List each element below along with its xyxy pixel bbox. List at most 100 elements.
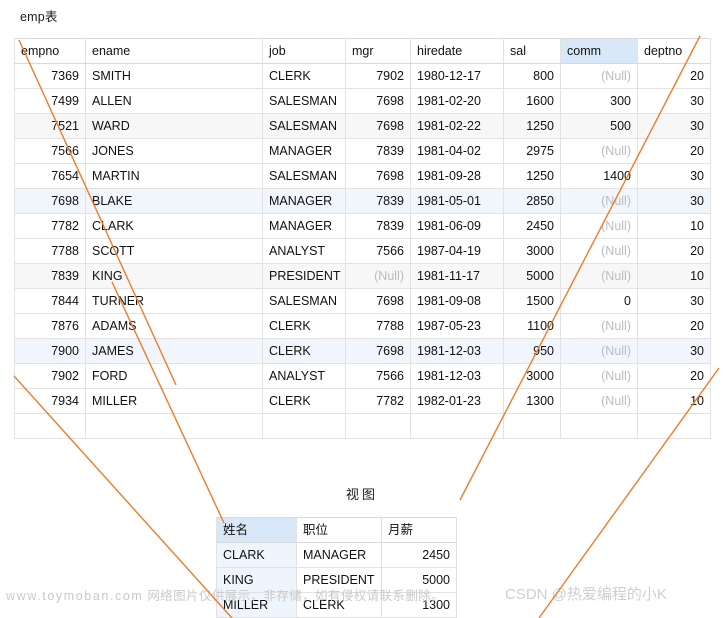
emp-cell-comm[interactable]: (Null) <box>560 213 638 239</box>
emp-cell-empno[interactable]: 7876 <box>14 313 86 339</box>
emp-cell-empno[interactable]: 7698 <box>14 188 86 214</box>
emp-cell-mgr[interactable]: 7839 <box>345 213 411 239</box>
view-cell-job[interactable]: MANAGER <box>296 542 382 568</box>
view-cell-sal[interactable]: 2450 <box>381 542 457 568</box>
emp-cell-mgr[interactable]: 7839 <box>345 188 411 214</box>
emp-table-row[interactable]: 7788 SCOTT ANALYST 7566 1987-04-19 3000 (Null)… <box>14 238 711 264</box>
emp-cell-ename[interactable]: SCOTT <box>85 238 263 264</box>
emp-cell-hiredate[interactable]: 1980-12-17 <box>410 63 504 89</box>
emp-cell-empno[interactable]: 7521 <box>14 113 86 139</box>
emp-cell-sal[interactable]: 950 <box>503 338 561 364</box>
emp-cell-hiredate[interactable]: 1981-09-08 <box>410 288 504 314</box>
emp-cell-empno[interactable]: 7844 <box>14 288 86 314</box>
emp-cell-deptno[interactable]: 20 <box>637 313 711 339</box>
emp-table-row[interactable]: 7839 KING PRESIDENT (Null) 1981-11-17 5000 (Nu… <box>14 263 711 289</box>
emp-cell-deptno[interactable]: 20 <box>637 138 711 164</box>
emp-cell-mgr[interactable]: 7698 <box>345 113 411 139</box>
emp-cell-job[interactable]: ANALYST <box>262 363 346 389</box>
emp-col-header-job[interactable]: job <box>262 38 346 64</box>
emp-cell-ename[interactable]: SMITH <box>85 63 263 89</box>
emp-cell-ename[interactable]: ADAMS <box>85 313 263 339</box>
emp-table-row[interactable]: 7876 ADAMS CLERK 7788 1987-05-23 1100 (Null) 20 <box>14 313 711 339</box>
emp-cell-job[interactable]: CLERK <box>262 63 346 89</box>
emp-cell-job[interactable]: SALESMAN <box>262 163 346 189</box>
emp-cell-deptno[interactable]: 30 <box>637 163 711 189</box>
emp-cell-empno[interactable]: 7900 <box>14 338 86 364</box>
emp-cell-empno[interactable]: 7369 <box>14 63 86 89</box>
emp-cell-sal[interactable]: 2450 <box>503 213 561 239</box>
emp-cell-hiredate[interactable]: 1981-04-02 <box>410 138 504 164</box>
emp-cell-deptno[interactable]: 10 <box>637 213 711 239</box>
emp-cell-job[interactable]: CLERK <box>262 313 346 339</box>
emp-cell-hiredate[interactable]: 1987-05-23 <box>410 313 504 339</box>
emp-cell-empno[interactable]: 7566 <box>14 138 86 164</box>
view-cell-name[interactable]: CLARK <box>216 542 297 568</box>
emp-cell-hiredate[interactable]: 1981-02-20 <box>410 88 504 114</box>
emp-cell-deptno[interactable]: 30 <box>637 113 711 139</box>
emp-cell-mgr[interactable]: 7902 <box>345 63 411 89</box>
emp-cell-hiredate[interactable]: 1981-09-28 <box>410 163 504 189</box>
emp-cell-hiredate[interactable]: 1981-02-22 <box>410 113 504 139</box>
emp-cell-hiredate[interactable]: 1982-01-23 <box>410 388 504 414</box>
view-table-row[interactable]: CLARK MANAGER 2450 <box>216 542 457 568</box>
emp-cell-job[interactable]: CLERK <box>262 338 346 364</box>
emp-table-row[interactable]: 7654 MARTIN SALESMAN 7698 1981-09-28 1250 1400… <box>14 163 711 189</box>
view-col-header-job[interactable]: 职位 <box>296 517 382 543</box>
emp-cell-ename[interactable]: FORD <box>85 363 263 389</box>
emp-cell-ename[interactable]: TURNER <box>85 288 263 314</box>
emp-cell-comm[interactable]: (Null) <box>560 388 638 414</box>
emp-cell-ename[interactable]: CLARK <box>85 213 263 239</box>
emp-cell-ename[interactable]: KING <box>85 263 263 289</box>
emp-table-row[interactable]: 7698 BLAKE MANAGER 7839 1981-05-01 2850 (Null)… <box>14 188 711 214</box>
emp-cell-job[interactable]: MANAGER <box>262 188 346 214</box>
emp-cell-deptno[interactable]: 30 <box>637 288 711 314</box>
emp-cell-empno[interactable]: 7654 <box>14 163 86 189</box>
emp-cell-sal[interactable]: 2850 <box>503 188 561 214</box>
emp-cell-deptno[interactable]: 10 <box>637 388 711 414</box>
emp-col-header-comm[interactable]: comm <box>560 38 638 64</box>
emp-cell-job[interactable]: SALESMAN <box>262 88 346 114</box>
emp-cell-comm[interactable]: 500 <box>560 113 638 139</box>
emp-cell-ename[interactable]: WARD <box>85 113 263 139</box>
emp-cell-comm[interactable]: (Null) <box>560 313 638 339</box>
emp-cell-sal[interactable]: 2975 <box>503 138 561 164</box>
emp-col-header-hiredate[interactable]: hiredate <box>410 38 504 64</box>
view-col-header-name[interactable]: 姓名 <box>216 517 297 543</box>
emp-cell-ename[interactable]: ALLEN <box>85 88 263 114</box>
emp-cell-mgr[interactable]: 7698 <box>345 88 411 114</box>
emp-table-row[interactable]: 7499 ALLEN SALESMAN 7698 1981-02-20 1600 300 30 <box>14 88 711 114</box>
emp-cell-job[interactable]: SALESMAN <box>262 288 346 314</box>
emp-cell-deptno[interactable]: 20 <box>637 63 711 89</box>
emp-cell-comm[interactable]: (Null) <box>560 138 638 164</box>
emp-cell-deptno[interactable]: 20 <box>637 238 711 264</box>
emp-cell-sal[interactable]: 1250 <box>503 163 561 189</box>
emp-cell-sal[interactable]: 1100 <box>503 313 561 339</box>
emp-cell-hiredate[interactable]: 1981-05-01 <box>410 188 504 214</box>
emp-cell-mgr[interactable]: 7566 <box>345 363 411 389</box>
emp-cell-mgr[interactable]: 7566 <box>345 238 411 264</box>
emp-table-row[interactable]: 7782 CLARK MANAGER 7839 1981-06-09 2450 (Null)… <box>14 213 711 239</box>
emp-table-row[interactable]: 7902 FORD ANALYST 7566 1981-12-03 3000 (Null) 2… <box>14 363 711 389</box>
emp-cell-empno[interactable]: 7902 <box>14 363 86 389</box>
emp-cell-deptno[interactable]: 10 <box>637 263 711 289</box>
emp-table-row[interactable]: 7566 JONES MANAGER 7839 1981-04-02 2975 (Null)… <box>14 138 711 164</box>
emp-col-header-mgr[interactable]: mgr <box>345 38 411 64</box>
emp-cell-job[interactable]: MANAGER <box>262 138 346 164</box>
view-col-header-sal[interactable]: 月薪 <box>381 517 457 543</box>
emp-cell-deptno[interactable]: 30 <box>637 88 711 114</box>
emp-col-header-empno[interactable]: empno <box>14 38 86 64</box>
emp-cell-comm[interactable]: 300 <box>560 88 638 114</box>
emp-cell-hiredate[interactable]: 1981-11-17 <box>410 263 504 289</box>
emp-cell-comm[interactable]: (Null) <box>560 188 638 214</box>
emp-table-row[interactable]: 7521 WARD SALESMAN 7698 1981-02-22 1250 500 30 <box>14 113 711 139</box>
emp-cell-hiredate[interactable]: 1987-04-19 <box>410 238 504 264</box>
emp-cell-comm[interactable]: (Null) <box>560 238 638 264</box>
emp-col-header-sal[interactable]: sal <box>503 38 561 64</box>
emp-cell-job[interactable]: SALESMAN <box>262 113 346 139</box>
emp-cell-ename[interactable]: JAMES <box>85 338 263 364</box>
emp-cell-sal[interactable]: 3000 <box>503 363 561 389</box>
emp-col-header-deptno[interactable]: deptno <box>637 38 711 64</box>
emp-cell-sal[interactable]: 800 <box>503 63 561 89</box>
emp-cell-ename[interactable]: MILLER <box>85 388 263 414</box>
emp-cell-deptno[interactable]: 30 <box>637 188 711 214</box>
